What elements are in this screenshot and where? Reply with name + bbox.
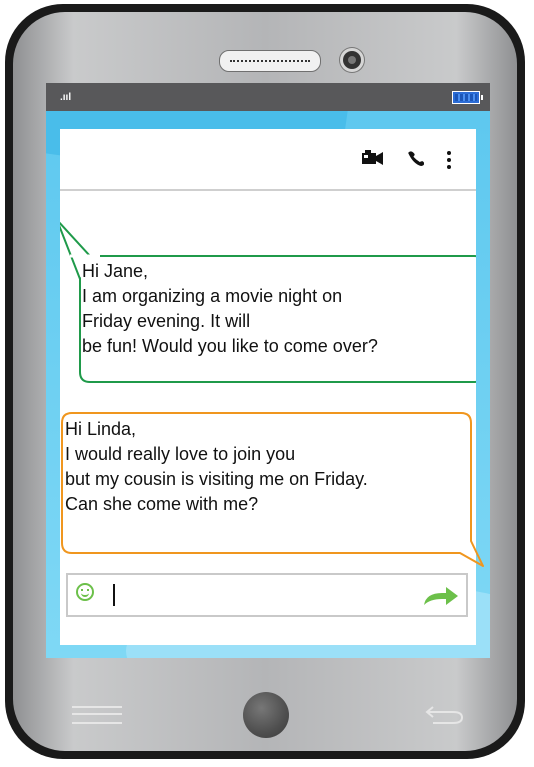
outgoing-bubble-shape [61,412,484,567]
front-camera [343,51,361,69]
screen: Hi Jane, I am organizing a movie night o… [46,111,490,658]
message-line: I would really love to join you [65,444,296,464]
text-cursor [113,584,115,606]
message-composer[interactable] [66,573,468,617]
message-line: Hi Linda, [65,419,137,439]
message-line: Can she come with me? [65,494,259,514]
status-bar: .ııl [46,83,490,111]
smiley-icon[interactable] [76,583,94,601]
chat-panel: Hi Jane, I am organizing a movie night o… [60,129,484,645]
message-line: but my cousin is visiting me on Friday. [65,469,368,489]
signal-icon: .ııl [60,92,72,103]
speaker-grill [219,50,321,72]
outgoing-message: Hi Linda, I would really love to join yo… [65,417,368,517]
battery-icon [452,91,483,104]
send-arrow-icon[interactable] [422,585,460,607]
